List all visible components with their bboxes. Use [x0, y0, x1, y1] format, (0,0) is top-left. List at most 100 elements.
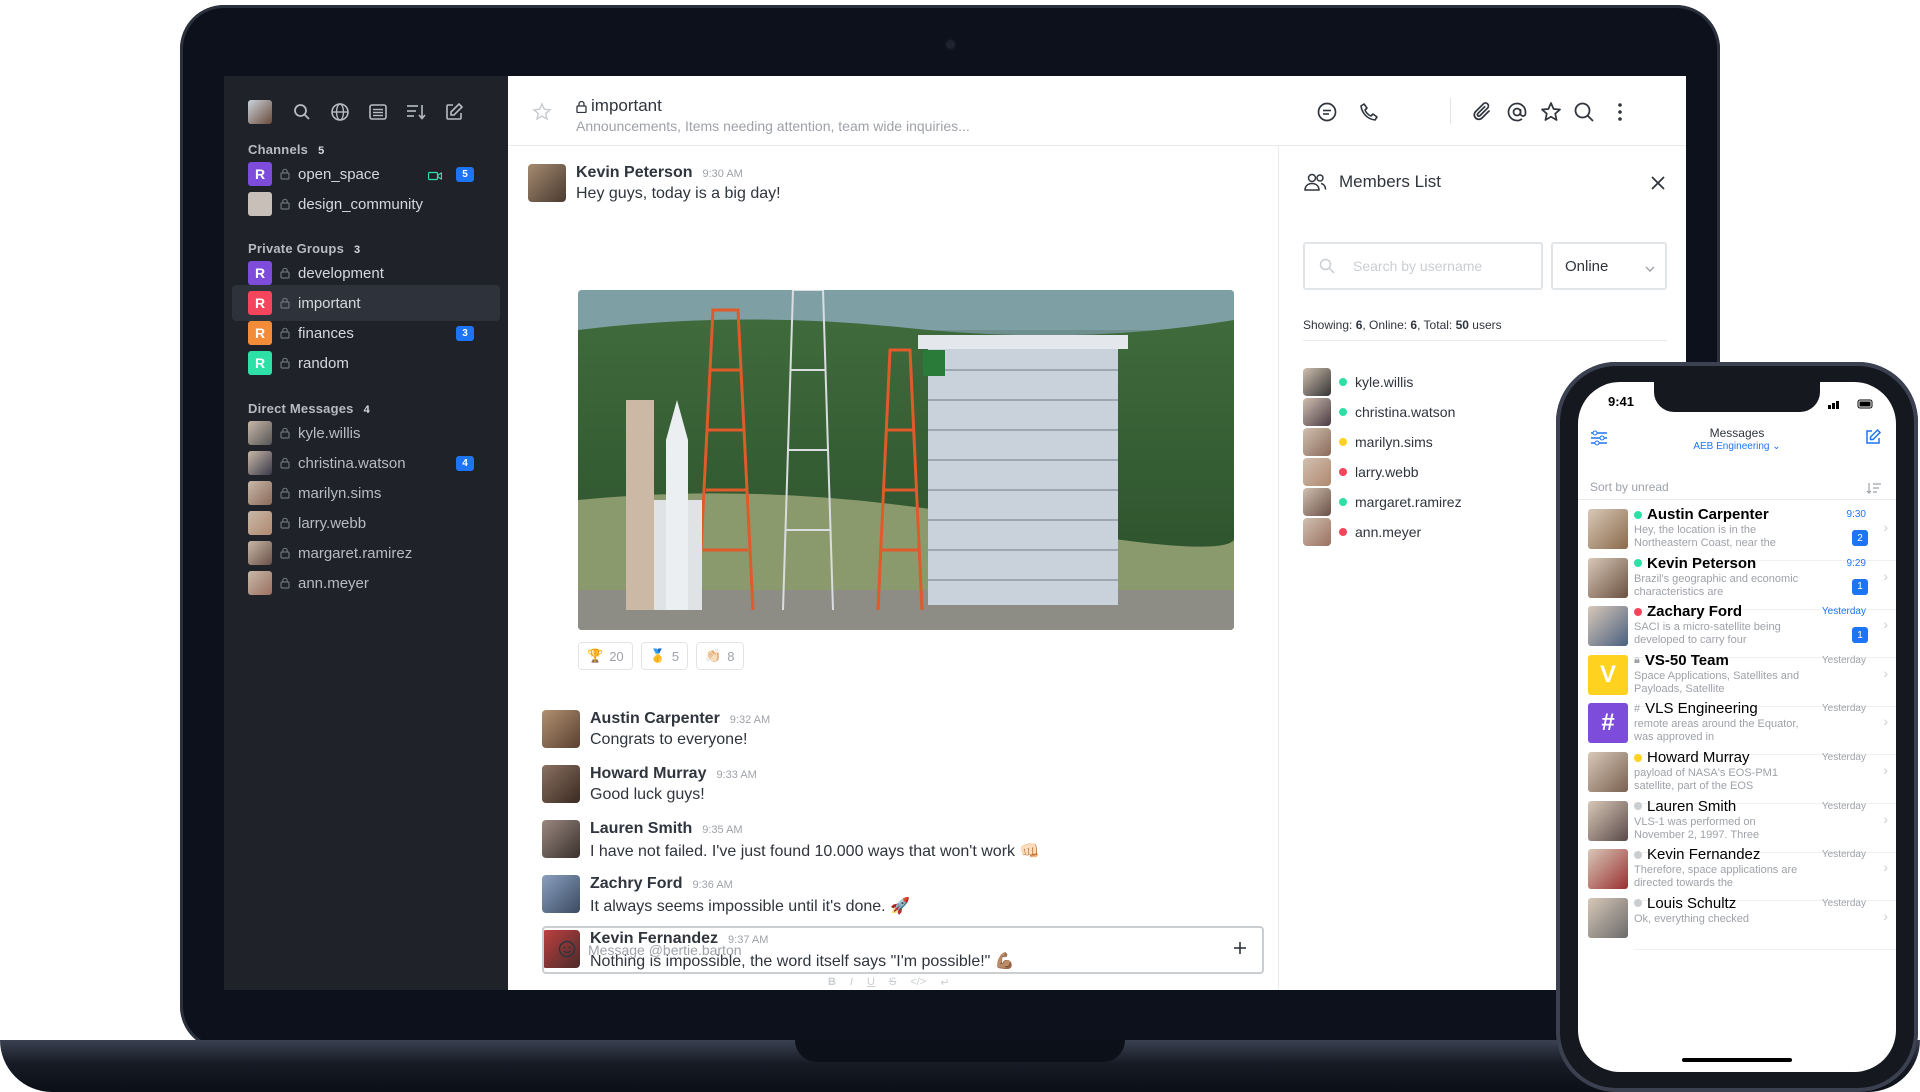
phone-notch	[1654, 382, 1820, 412]
directory-globe-icon[interactable]	[328, 100, 352, 124]
channels-section-title: Channels 5	[248, 142, 325, 157]
search-messages-icon[interactable]	[1572, 100, 1596, 124]
plus-add-icon[interactable]	[1232, 940, 1248, 961]
compose-icon[interactable]	[1864, 428, 1882, 451]
sidebar-item-label: development	[298, 264, 384, 282]
member-row[interactable]: larry.webb	[1303, 458, 1419, 486]
message[interactable]: Zachry Ford 9:36 AM It always seems impos…	[542, 875, 910, 916]
timestamp: 9:30	[1846, 509, 1866, 520]
favorite-star-icon[interactable]	[532, 102, 552, 127]
status-filter-select[interactable]: Online	[1551, 242, 1667, 290]
room-avatar: R	[248, 261, 272, 285]
message-author[interactable]: Zachry Ford	[590, 875, 682, 892]
italic-format-button[interactable]: I	[850, 976, 853, 989]
member-search-input[interactable]: Search by username	[1353, 258, 1482, 274]
member-row[interactable]: kyle.willis	[1303, 368, 1413, 396]
avatar[interactable]	[528, 164, 566, 202]
lock-icon	[280, 267, 292, 279]
avatar[interactable]	[542, 765, 580, 803]
attachment-clip-icon[interactable]	[1470, 100, 1494, 124]
home-indicator	[1682, 1058, 1792, 1062]
avatar	[1588, 849, 1628, 890]
workspace-switcher[interactable]: AEB Engineering ⌄	[1578, 441, 1896, 452]
header-divider	[1450, 98, 1451, 124]
avatar	[1303, 518, 1331, 546]
lock-icon	[576, 100, 587, 113]
message-time: 9:30 AM	[702, 168, 743, 180]
member-name: ann.meyer	[1355, 524, 1422, 540]
room-topic: Announcements, Items needing attention, …	[576, 118, 970, 134]
sidebar-item-design_community[interactable]: design_community	[232, 186, 500, 222]
status-dot	[1339, 408, 1347, 416]
member-search-field[interactable]: Search by username	[1303, 242, 1543, 290]
lock-icon	[280, 487, 292, 499]
sort-icon[interactable]	[404, 100, 428, 124]
formatting-toolbar: B I U S </> ↵	[828, 976, 949, 989]
member-row[interactable]: christina.watson	[1303, 398, 1455, 426]
timestamp: Yesterday	[1821, 703, 1866, 715]
sidebar-item-label: marilyn.sims	[298, 484, 382, 502]
discussion-icon[interactable]	[1315, 100, 1339, 124]
list-view-icon[interactable]	[366, 100, 390, 124]
sort-order-icon[interactable]	[1866, 481, 1882, 499]
call-phone-icon[interactable]	[1357, 100, 1381, 124]
room-avatar	[248, 541, 272, 565]
member-row[interactable]: marilyn.sims	[1303, 428, 1433, 456]
compose-icon[interactable]	[442, 100, 466, 124]
member-name: kyle.willis	[1355, 374, 1414, 390]
room-avatar	[248, 511, 272, 535]
starred-messages-icon[interactable]	[1539, 100, 1563, 124]
status-dot	[1634, 510, 1642, 519]
chevron-right-icon: ›	[1883, 713, 1888, 730]
member-row[interactable]: margaret.ramirez	[1303, 488, 1462, 516]
sidebar-item-ann.meyer[interactable]: ann.meyer	[232, 565, 500, 601]
message-author[interactable]: Kevin Peterson	[576, 164, 692, 181]
multiline-format-button[interactable]: ↵	[940, 976, 949, 989]
message-author[interactable]: Howard Murray	[590, 765, 706, 782]
code-format-button[interactable]: </>	[910, 976, 926, 989]
emoji-smiley-icon[interactable]	[558, 940, 576, 963]
message[interactable]: Kevin Peterson 9:30 AM Hey guys, today is…	[528, 164, 781, 203]
lock-icon	[280, 427, 292, 439]
conversation-name: Howard Murray	[1634, 749, 1750, 766]
user-avatar[interactable]	[248, 100, 272, 124]
message[interactable]: Lauren Smith 9:35 AM I have not failed. I…	[542, 820, 1039, 861]
message-composer[interactable]: Message @bertie.barton	[542, 926, 1264, 974]
kebab-menu-icon[interactable]	[1608, 100, 1632, 124]
message-author[interactable]: Austin Carpenter	[590, 710, 720, 727]
message-author[interactable]: Lauren Smith	[590, 820, 692, 837]
lock-icon	[280, 198, 292, 210]
message[interactable]: Howard Murray 9:33 AM Good luck guys!	[542, 765, 757, 804]
room-avatar	[248, 481, 272, 505]
avatar[interactable]	[542, 875, 580, 913]
member-row[interactable]: ann.meyer	[1303, 518, 1421, 546]
chevron-right-icon: ›	[1883, 859, 1888, 876]
reaction-trophy[interactable]: 🏆 20	[578, 642, 633, 670]
mentions-at-icon[interactable]	[1505, 100, 1529, 124]
message-text: It always seems impossible until it's do…	[590, 898, 910, 915]
marketing-device-mockup: Channels 5 Ropen_space 5 design_community P…	[0, 0, 1920, 1092]
bold-format-button[interactable]: B	[828, 976, 836, 989]
message-time: 9:33 AM	[716, 769, 757, 781]
sort-label[interactable]: Sort by unread	[1590, 480, 1669, 494]
search-icon[interactable]	[290, 100, 314, 124]
avatar	[1588, 897, 1628, 938]
avatar	[1588, 509, 1628, 549]
sidebar-item-random[interactable]: Rrandom	[232, 345, 500, 381]
rocket-launch-photo[interactable]	[578, 290, 1234, 630]
conversation-row[interactable]: Louis Schultz Ok, everything checked Yeste…	[1578, 890, 1896, 950]
strike-format-button[interactable]: S	[889, 976, 896, 989]
message-preview: SACI is a micro-satellite being develope…	[1634, 621, 1781, 647]
message-time: 9:32 AM	[729, 714, 771, 726]
avatar[interactable]	[542, 820, 580, 858]
close-icon[interactable]	[1649, 174, 1667, 197]
avatar[interactable]	[542, 710, 580, 748]
reaction-clap[interactable]: 👏🏻 8	[696, 642, 744, 670]
reaction-medal[interactable]: 🥇 5	[640, 642, 689, 670]
message[interactable]: Austin Carpenter 9:32 AM Congrats to ever…	[542, 710, 770, 749]
conversation-name: 🔒︎ VS-50 Team	[1634, 651, 1729, 669]
timestamp: 9:29	[1846, 557, 1866, 569]
underline-format-button[interactable]: U	[867, 976, 875, 989]
message-text: Good luck guys!	[590, 786, 705, 803]
message-input[interactable]: Message @bertie.barton	[588, 942, 742, 958]
